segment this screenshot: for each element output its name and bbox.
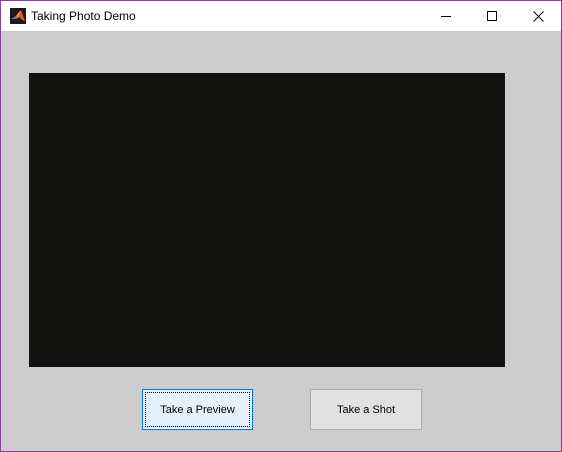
close-button[interactable] <box>515 1 561 31</box>
maximize-icon <box>487 11 497 21</box>
title-bar[interactable]: Taking Photo Demo <box>1 1 561 31</box>
matlab-icon <box>10 8 26 24</box>
focus-ring <box>145 392 250 427</box>
client-area: Take a Preview Take a Shot <box>1 31 561 451</box>
window-title: Taking Photo Demo <box>31 9 136 23</box>
minimize-icon <box>441 16 451 17</box>
close-icon <box>532 10 544 22</box>
app-window: Taking Photo Demo Take a Preview Take a … <box>0 0 562 452</box>
take-shot-label: Take a Shot <box>336 403 396 416</box>
take-preview-button[interactable]: Take a Preview <box>142 389 253 430</box>
maximize-button[interactable] <box>469 1 515 31</box>
camera-preview-axes <box>29 73 505 367</box>
minimize-button[interactable] <box>423 1 469 31</box>
take-shot-button[interactable]: Take a Shot <box>310 389 422 430</box>
